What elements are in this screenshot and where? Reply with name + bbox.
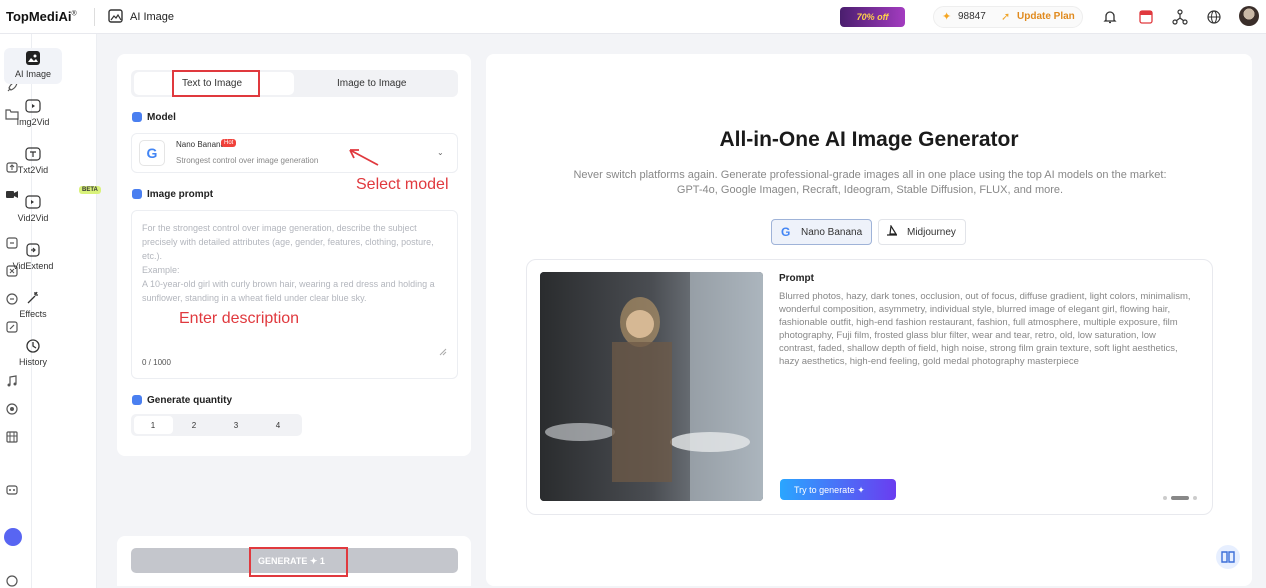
grid-icon[interactable] (5, 430, 19, 444)
nav-label: Txt2Vid (17, 165, 49, 175)
arrow-annotation-icon (349, 149, 379, 166)
image-icon (26, 51, 40, 65)
logo[interactable]: TopMediAi® (6, 9, 77, 24)
carousel-dot[interactable] (1163, 496, 1167, 500)
sparkle-icon (27, 291, 38, 304)
prompt-heading: Image prompt (147, 189, 214, 200)
globe-icon[interactable] (1205, 8, 1223, 26)
highlight-box-tab (172, 70, 260, 97)
bell-icon[interactable] (1101, 8, 1119, 26)
example-photo (540, 272, 763, 501)
google-logo-icon: G (139, 140, 165, 166)
book-icon[interactable] (1216, 545, 1240, 569)
divider (94, 8, 95, 26)
robot-icon[interactable] (5, 482, 19, 496)
video-video-icon (25, 195, 41, 209)
nav-label: Vid2Vid (17, 213, 49, 223)
midjourney-icon (887, 225, 898, 236)
nav-item-img2vid[interactable]: Img2Vid (4, 96, 62, 132)
share-icon[interactable] (1171, 8, 1189, 26)
tab-midjourney-label[interactable]: Midjourney (907, 227, 956, 238)
nav-item-effects[interactable]: Effects (4, 288, 62, 324)
resize-handle-icon[interactable] (439, 348, 447, 356)
nav-item-history[interactable]: History (4, 336, 62, 372)
credits-count: 98847 (958, 11, 986, 22)
nav-label: AI Image (14, 69, 52, 79)
headline: All-in-One AI Image Generator (719, 128, 1019, 151)
model-description: Strongest control over image generation (176, 156, 319, 165)
sparkle-icon: ✦ (942, 11, 952, 23)
quantity-icon (132, 395, 142, 405)
annotation-enter-description: Enter description (179, 310, 300, 327)
try-to-generate-label: Try to generate ✦ (794, 485, 865, 495)
nav-item-vidextend[interactable]: VidExtend (4, 240, 62, 276)
hot-badge: Hot (221, 139, 237, 147)
extend-icon (26, 243, 40, 257)
clock-icon (26, 339, 40, 353)
nav-label: History (18, 357, 47, 367)
image-video-icon (25, 99, 41, 113)
google-logo-icon: G (781, 225, 791, 239)
quantity-option[interactable]: 3 (231, 421, 241, 430)
prompt-placeholder: For the strongest control over image gen… (142, 223, 435, 303)
carousel-dot-active[interactable] (1171, 496, 1189, 500)
music-icon[interactable] (5, 374, 19, 388)
photo-image (540, 272, 763, 501)
tab-nano-banana-label[interactable]: Nano Banana (801, 227, 862, 238)
chat-icon[interactable] (5, 574, 19, 588)
calendar-icon[interactable] (1137, 8, 1155, 26)
highlight-box-generate (249, 547, 348, 577)
quantity-option[interactable]: 2 (189, 421, 199, 430)
image-icon (108, 9, 123, 23)
annotation-select-model: Select model (356, 176, 449, 193)
page-title: AI Image (130, 11, 175, 23)
nav-item-vid2vid[interactable]: Vid2Vid (4, 192, 62, 228)
nav-item-txt2vid[interactable]: Txt2Vid (4, 144, 62, 180)
avatar[interactable] (1239, 6, 1259, 26)
example-prompt-heading: Prompt (779, 273, 814, 284)
model-name: Nano Banana (176, 140, 225, 149)
quantity-option[interactable]: 4 (273, 421, 283, 430)
chevron-down-icon[interactable]: ⌄ (437, 148, 444, 157)
target-icon[interactable] (5, 402, 19, 416)
text-video-icon (25, 147, 41, 161)
promo-badge[interactable]: 70% off (840, 7, 905, 27)
quantity-option[interactable]: 1 (148, 421, 158, 430)
beta-badge: BETA (79, 186, 101, 194)
model-icon (132, 112, 142, 122)
char-count: 0 / 1000 (142, 358, 171, 367)
discord-icon[interactable] (4, 528, 22, 546)
example-prompt-text: Blurred photos, hazy, dark tones, occlus… (779, 291, 1191, 367)
nav-label: Img2Vid (16, 117, 50, 127)
update-plan-button[interactable]: Update Plan (1017, 11, 1075, 22)
carousel-dot[interactable] (1193, 496, 1197, 500)
rocket-icon: ➚ (1001, 11, 1011, 23)
subheadline: Never switch platforms again. Generate p… (573, 169, 1167, 196)
nav-label: Effects (19, 309, 47, 319)
model-select[interactable] (131, 133, 458, 173)
nav-item-ai-image[interactable]: AI Image (4, 48, 62, 84)
tab-image-to-image[interactable]: Image to Image (337, 78, 406, 89)
nav-label: VidExtend (12, 261, 54, 271)
model-heading: Model (147, 112, 176, 123)
quantity-heading: Generate quantity (147, 395, 233, 406)
prompt-icon (132, 189, 142, 199)
